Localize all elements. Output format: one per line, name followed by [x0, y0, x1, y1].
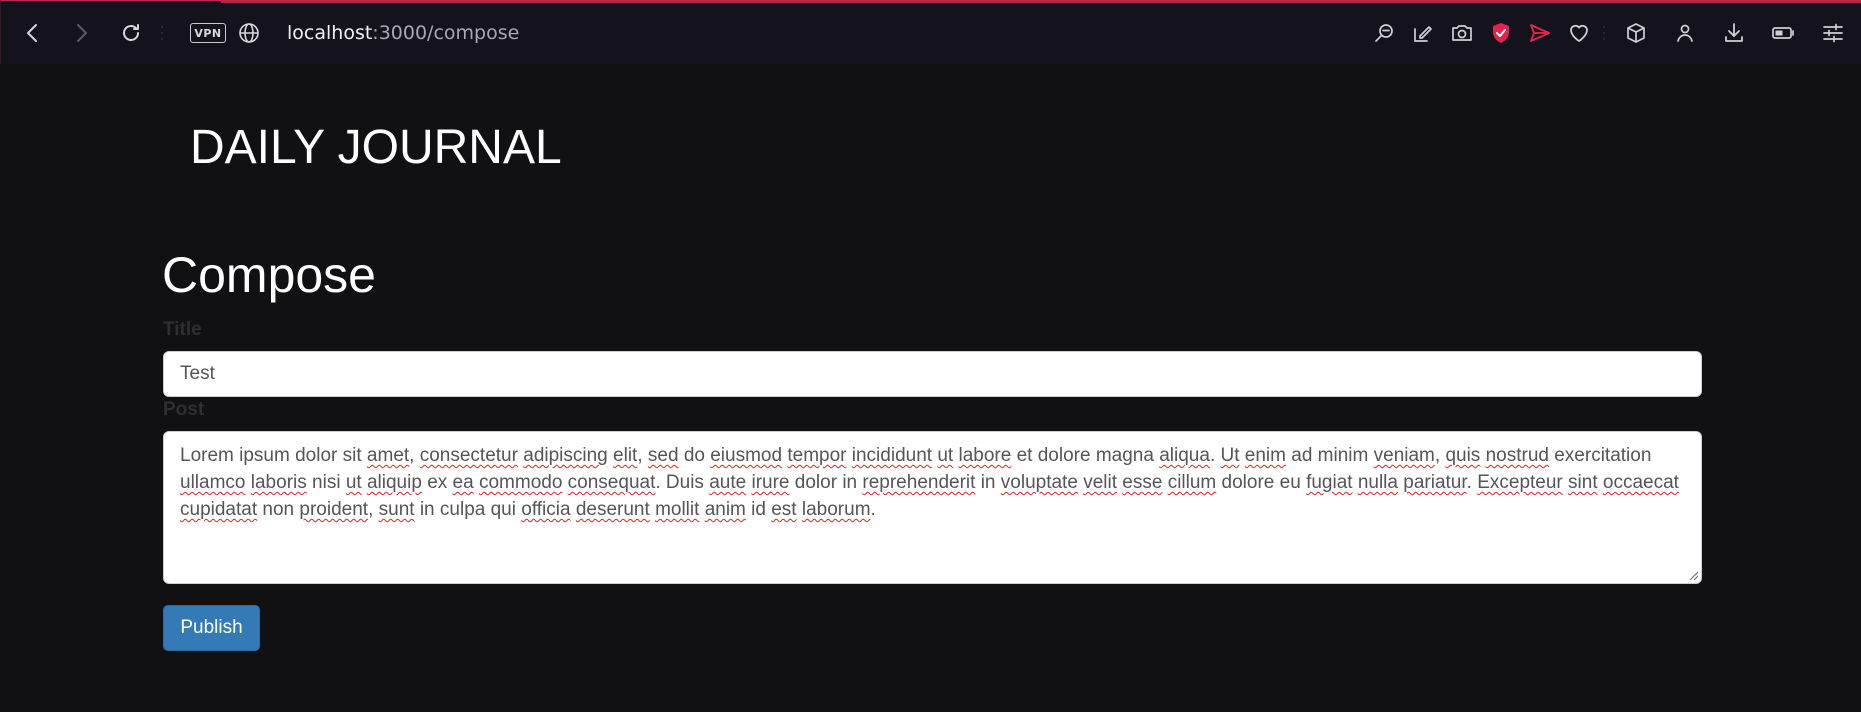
url-path: :3000/compose	[372, 22, 520, 44]
globe-icon[interactable]	[237, 21, 261, 45]
back-button[interactable]	[15, 15, 51, 51]
address-bar[interactable]: localhost:3000/compose	[287, 21, 519, 45]
reload-button[interactable]	[113, 15, 149, 51]
active-tab-indicator	[221, 1, 1861, 3]
forward-arrow-icon	[77, 24, 87, 42]
settings-sliders-icon[interactable]	[1820, 20, 1846, 46]
title-input[interactable]	[163, 351, 1702, 397]
account-icon[interactable]	[1672, 20, 1698, 46]
toolbar-separator: · · ·	[1602, 19, 1606, 45]
heart-icon[interactable]	[1566, 20, 1592, 46]
forward-button[interactable]	[63, 15, 99, 51]
send-icon[interactable]	[1527, 20, 1553, 46]
battery-icon[interactable]	[1770, 20, 1796, 46]
cube-icon[interactable]	[1623, 20, 1649, 46]
camera-icon[interactable]	[1449, 20, 1475, 46]
toolbar-separator: · · ·	[160, 19, 164, 45]
snapshot-edit-icon[interactable]	[1410, 20, 1436, 46]
browser-toolbar: · · · VPN localhost:3000/compose · · ·	[0, 0, 1861, 64]
download-icon[interactable]	[1721, 20, 1747, 46]
post-text: Lorem ipsum dolor sit amet, consectetur …	[180, 445, 1679, 520]
publish-button[interactable]: Publish	[163, 605, 260, 651]
resize-grip-icon[interactable]	[1688, 570, 1698, 580]
url-host: localhost	[287, 22, 373, 44]
page-title: Compose	[162, 247, 376, 303]
reload-icon	[123, 24, 139, 41]
search-icon[interactable]	[1371, 20, 1397, 46]
vpn-badge[interactable]: VPN	[190, 23, 226, 43]
site-brand[interactable]: DAILY JOURNAL	[190, 118, 562, 178]
title-label: Title	[163, 319, 202, 340]
back-arrow-icon	[27, 24, 37, 42]
shield-icon[interactable]	[1488, 20, 1514, 46]
post-textarea[interactable]: Lorem ipsum dolor sit amet, consectetur …	[163, 431, 1702, 584]
post-label: Post	[163, 399, 205, 420]
